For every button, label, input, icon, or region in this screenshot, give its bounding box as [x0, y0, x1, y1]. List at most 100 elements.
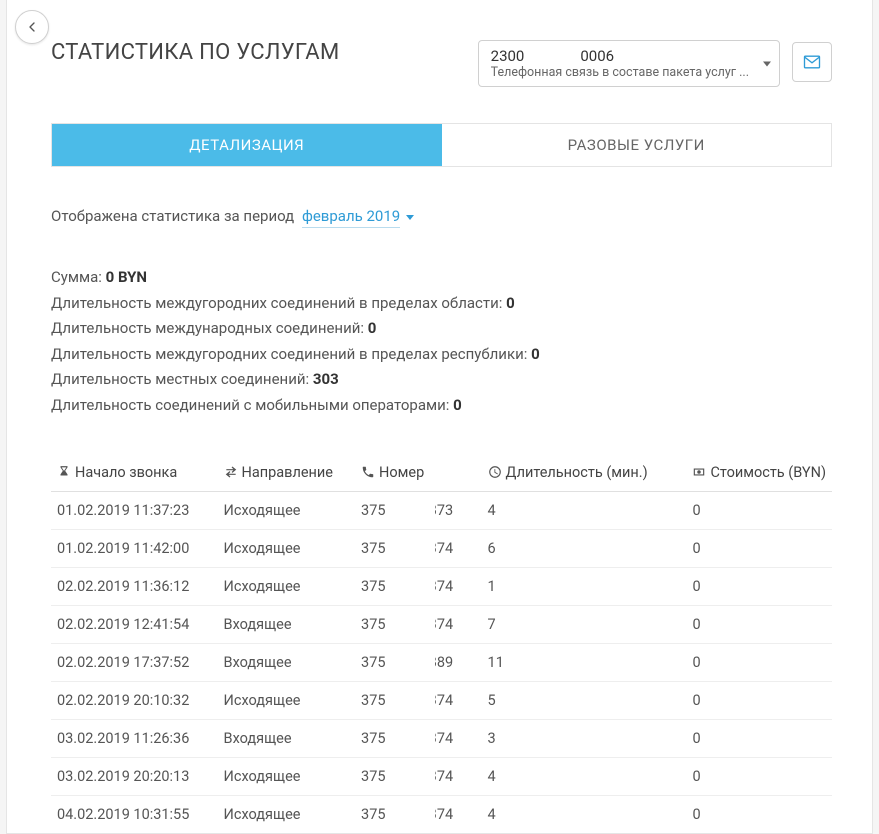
cell-number: 375 374: [355, 568, 482, 606]
col-header-start: Начало звонка: [51, 454, 218, 492]
table-row: 02.02.2019 12:41:54Входящее375 37470: [51, 606, 832, 644]
cell-start: 02.02.2019 17:37:52: [51, 644, 218, 682]
cell-start: 02.02.2019 11:36:12: [51, 568, 218, 606]
cell-direction: Исходящее: [218, 682, 356, 720]
number-prefix: 375: [361, 692, 385, 709]
mail-button[interactable]: [792, 42, 832, 82]
summary-value: 0: [506, 294, 515, 312]
cell-cost: 0: [686, 720, 832, 758]
cell-direction: Исходящее: [218, 492, 356, 530]
cell-start: 04.02.2019 10:31:55: [51, 796, 218, 834]
cell-number: 375 374: [355, 796, 482, 834]
summary-row: Длительность соединений с мобильными опе…: [51, 393, 832, 419]
cell-duration: 1: [482, 568, 687, 606]
cell-cost: 0: [686, 530, 832, 568]
summary-row: Длительность местных соединений: 303: [51, 367, 832, 393]
cell-number: 375 889: [355, 644, 482, 682]
table-row: 01.02.2019 11:42:00Исходящее375 37460: [51, 530, 832, 568]
summary-label: Сумма:: [51, 268, 106, 286]
table-row: 02.02.2019 11:36:12Исходящее375 37410: [51, 568, 832, 606]
summary-value: 0: [531, 345, 540, 363]
account-suffix: 0006: [580, 47, 614, 65]
cell-number: 375 374: [355, 720, 482, 758]
summary-row: Сумма: 0 BYN: [51, 265, 832, 291]
tabs: ДЕТАЛИЗАЦИЯ РАЗОВЫЕ УСЛУГИ: [51, 123, 832, 167]
number-prefix: 375: [361, 730, 385, 747]
tab-detalization[interactable]: ДЕТАЛИЗАЦИЯ: [52, 124, 442, 166]
account-selector[interactable]: 2300 0006 Телефонная связь в составе паке…: [478, 40, 780, 87]
summary-row: Длительность междугородних соединений в …: [51, 342, 832, 368]
number-mask: [387, 726, 435, 748]
table-row: 04.02.2019 10:31:55Исходящее375 37440: [51, 796, 832, 834]
number-mask: [387, 574, 435, 596]
summary-value: 0: [453, 396, 462, 414]
arrow-left-icon: [24, 19, 40, 35]
clock-icon: [488, 465, 502, 479]
col-header-cost-label: Стоимость (BYN): [710, 464, 826, 481]
number-mask: [387, 802, 435, 824]
number-mask: [387, 612, 435, 634]
cell-duration: 11: [482, 644, 687, 682]
cell-direction: Входящее: [218, 606, 356, 644]
summary-row: Длительность международных соединений: 0: [51, 316, 832, 342]
account-prefix: 2300: [491, 47, 525, 65]
cell-start: 01.02.2019 11:37:23: [51, 492, 218, 530]
summary-label: Длительность международных соединений:: [51, 319, 368, 337]
summary-value: 303: [313, 370, 339, 388]
tab-one-time-services[interactable]: РАЗОВЫЕ УСЛУГИ: [442, 124, 832, 166]
cell-start: 02.02.2019 12:41:54: [51, 606, 218, 644]
col-header-number: Номер: [355, 454, 482, 492]
summary-row: Длительность междугородних соединений в …: [51, 291, 832, 317]
number-prefix: 375: [361, 616, 385, 633]
period-selector[interactable]: февраль 2019: [302, 207, 400, 228]
summary-value: 0 BYN: [106, 268, 147, 286]
col-header-duration-label: Длительность (мин.): [506, 464, 648, 481]
number-mask: [387, 764, 435, 786]
caret-down-icon: [406, 215, 414, 220]
cell-cost: 0: [686, 682, 832, 720]
number-prefix: 375: [361, 540, 385, 557]
number-prefix: 375: [361, 502, 385, 519]
table-row: 01.02.2019 11:37:23Исходящее375 87340: [51, 492, 832, 530]
col-header-cost: Стоимость (BYN): [686, 454, 832, 492]
cell-duration: 6: [482, 530, 687, 568]
col-header-direction-label: Направление: [242, 464, 333, 481]
account-number: 2300 0006: [491, 47, 749, 65]
cell-cost: 0: [686, 606, 832, 644]
col-header-start-label: Начало звонка: [75, 464, 177, 481]
period-label: Отображена статистика за период: [51, 207, 294, 225]
period-row: Отображена статистика за период февраль …: [51, 207, 832, 225]
back-button[interactable]: [15, 10, 49, 44]
account-description: Телефонная связь в составе пакета услуг …: [491, 65, 749, 80]
cell-direction: Исходящее: [218, 758, 356, 796]
cell-number: 375 374: [355, 682, 482, 720]
table-row: 02.02.2019 20:10:32Исходящее375 37450: [51, 682, 832, 720]
cell-direction: Исходящее: [218, 568, 356, 606]
money-icon: [692, 465, 706, 479]
mail-icon: [802, 52, 822, 72]
number-mask: [387, 688, 435, 710]
summary-label: Длительность междугородних соединений в …: [51, 345, 531, 363]
cell-direction: Входящее: [218, 720, 356, 758]
cell-duration: 5: [482, 682, 687, 720]
cell-duration: 3: [482, 720, 687, 758]
swap-icon: [224, 465, 238, 479]
cell-number: 375 374: [355, 758, 482, 796]
cell-cost: 0: [686, 758, 832, 796]
cell-start: 02.02.2019 20:10:32: [51, 682, 218, 720]
calls-table: Начало звонка Направление Номер: [51, 454, 832, 833]
caret-down-icon: [763, 61, 771, 66]
cell-start: 01.02.2019 11:42:00: [51, 530, 218, 568]
col-header-number-label: Номер: [379, 464, 424, 481]
summary-block: Сумма: 0 BYNДлительность междугородних с…: [51, 265, 832, 418]
cell-start: 03.02.2019 11:26:36: [51, 720, 218, 758]
cell-number: 375 374: [355, 606, 482, 644]
number-prefix: 375: [361, 806, 385, 823]
cell-cost: 0: [686, 796, 832, 834]
cell-number: 375 873: [355, 492, 482, 530]
number-mask: [387, 498, 435, 520]
cell-direction: Исходящее: [218, 530, 356, 568]
col-header-duration: Длительность (мин.): [482, 454, 687, 492]
phone-icon: [361, 465, 375, 479]
summary-label: Длительность местных соединений:: [51, 370, 313, 388]
